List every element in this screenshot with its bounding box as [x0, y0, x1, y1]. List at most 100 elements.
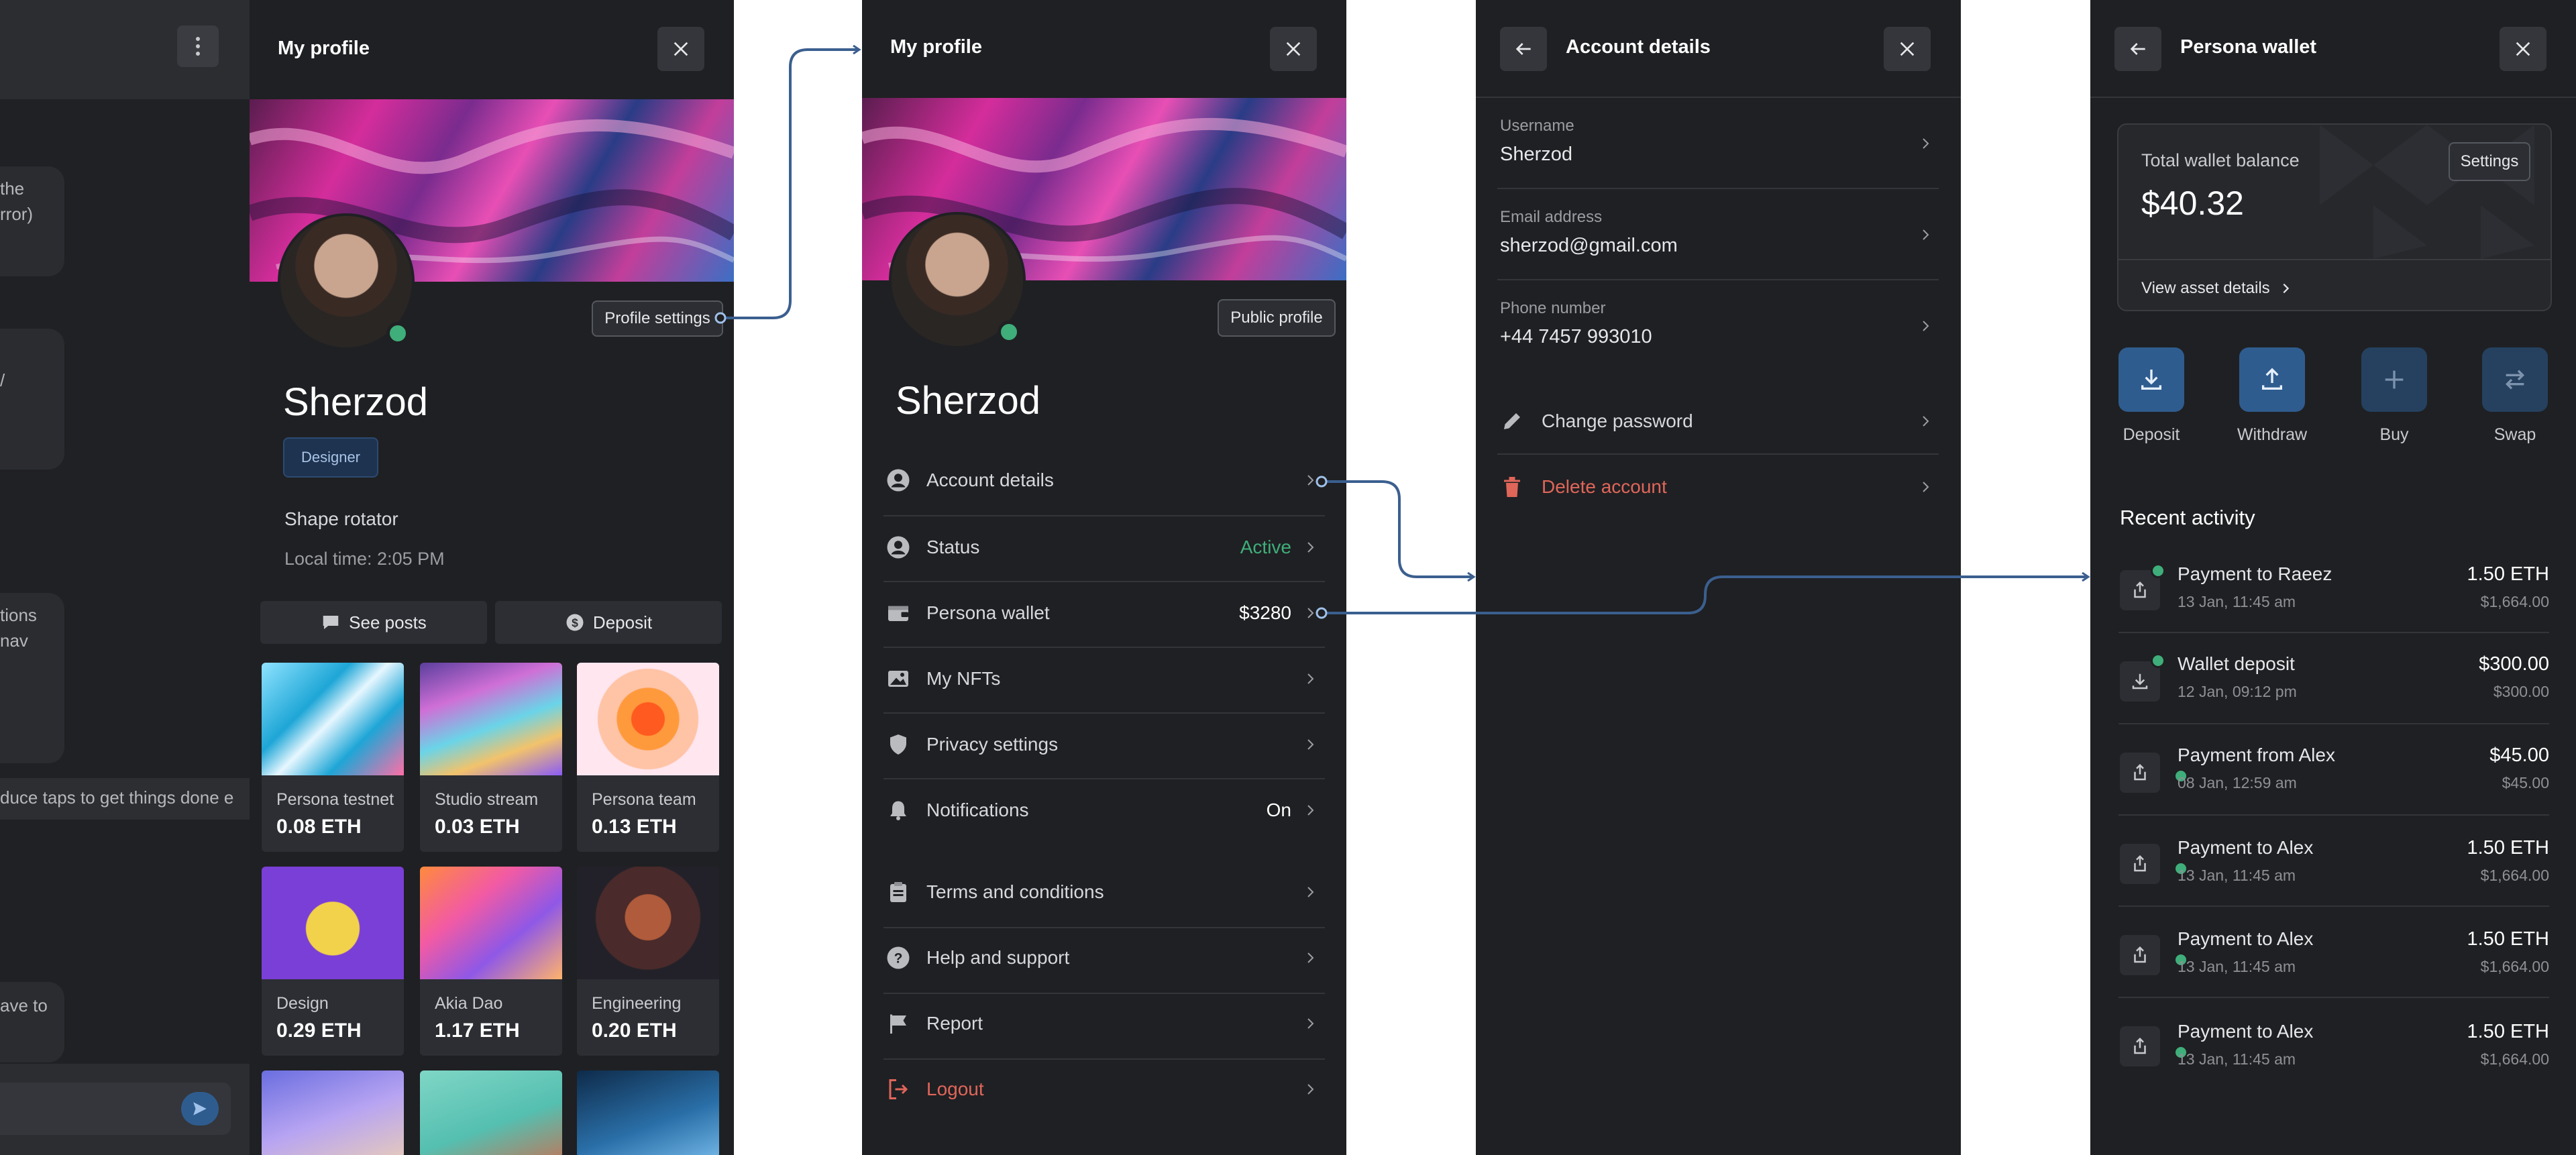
- activity-row[interactable]: Wallet deposit 12 Jan, 09:12 pm $300.00 …: [2090, 644, 2576, 731]
- field-email[interactable]: Email address sherzod@gmail.com: [1476, 199, 1961, 279]
- deposit-action-button[interactable]: [2118, 347, 2184, 412]
- chevron-right-icon: [1923, 482, 1929, 492]
- wallet-settings-button[interactable]: Settings: [2449, 142, 2530, 181]
- nft-card[interactable]: Akia Dao 1.17 ETH: [420, 867, 562, 1056]
- public-profile-label: Public profile: [1230, 309, 1323, 327]
- online-indicator: [998, 321, 1020, 343]
- field-label: Username: [1500, 117, 1574, 135]
- nft-card[interactable]: Design 0.29 ETH: [262, 867, 404, 1056]
- menu-item-label: My NFTs: [926, 668, 1001, 689]
- nft-card[interactable]: Studio stream 0.03 ETH: [420, 663, 562, 852]
- field-label: Phone number: [1500, 299, 1606, 317]
- menu-item-label: Privacy settings: [926, 734, 1059, 755]
- share-icon: [2120, 753, 2160, 793]
- profile-name: Sherzod: [896, 379, 1041, 423]
- withdraw-action-button[interactable]: [2239, 347, 2305, 412]
- activity-usd: $1,664.00: [2480, 593, 2549, 610]
- change-password-row[interactable]: Change password: [1476, 389, 1961, 453]
- chevron-right-icon: [1307, 673, 1314, 684]
- delete-account-label: Delete account: [1542, 476, 1667, 497]
- flag-icon: [890, 1014, 906, 1034]
- chat-text: nav: [0, 630, 28, 651]
- chevron-right-icon: [1307, 1084, 1314, 1095]
- activity-amount: $300.00: [2479, 653, 2549, 675]
- public-profile-button[interactable]: Public profile: [1218, 299, 1336, 337]
- message-strip-text: duce taps to get things done e: [0, 787, 234, 808]
- menu-item-account-details[interactable]: Account details: [862, 453, 1346, 518]
- close-icon[interactable]: [1884, 27, 1931, 71]
- more-vertical-icon[interactable]: [177, 25, 219, 67]
- menu-item-label: Terms and conditions: [926, 881, 1104, 902]
- dollar-icon: $: [566, 614, 584, 631]
- deposit-button[interactable]: $ Deposit: [495, 601, 722, 644]
- close-icon[interactable]: [657, 27, 704, 71]
- share-icon: [2120, 935, 2160, 975]
- profile-settings-button[interactable]: Profile settings: [592, 300, 723, 337]
- menu-item-label: Persona wallet: [926, 602, 1050, 623]
- nft-card[interactable]: [420, 1070, 562, 1155]
- activity-row[interactable]: Payment to Alex 13 Jan, 11:45 am 1.50 ET…: [2090, 1009, 2576, 1096]
- nft-card[interactable]: [262, 1070, 404, 1155]
- nft-price: 0.08 ETH: [276, 816, 362, 838]
- activity-row[interactable]: Payment to Alex 13 Jan, 11:45 am 1.50 ET…: [2090, 826, 2576, 914]
- swap-icon: [2505, 370, 2525, 390]
- menu-item-help-support[interactable]: ? Help and support: [862, 928, 1346, 993]
- arrow-left-icon[interactable]: [1500, 27, 1547, 71]
- nft-card[interactable]: Persona testnet 0.08 ETH: [262, 663, 404, 852]
- download-icon: [2120, 661, 2160, 702]
- view-asset-details-link[interactable]: View asset details: [2141, 275, 2292, 302]
- online-indicator: [386, 322, 409, 345]
- chat-bubble: [0, 982, 64, 1062]
- activity-usd: $1,664.00: [2480, 1050, 2549, 1068]
- menu-item-persona-wallet[interactable]: Persona wallet $3280: [862, 584, 1346, 648]
- close-icon[interactable]: [2500, 27, 2546, 71]
- activity-amount: $45.00: [2489, 745, 2549, 766]
- activity-row[interactable]: Payment from Alex 08 Jan, 12:59 am $45.0…: [2090, 735, 2576, 822]
- see-posts-button[interactable]: See posts: [260, 601, 487, 644]
- change-password-label: Change password: [1542, 410, 1693, 431]
- nft-image: [577, 1070, 719, 1155]
- withdraw-action-label: Withdraw: [2237, 425, 2308, 444]
- close-icon[interactable]: [1270, 27, 1317, 71]
- field-value: sherzod@gmail.com: [1500, 235, 1678, 256]
- user-circle-icon: [887, 536, 910, 559]
- pencil-icon: [1504, 413, 1520, 429]
- swap-action-label: Swap: [2493, 425, 2536, 444]
- delete-account-row[interactable]: Delete account: [1476, 455, 1961, 519]
- menu-item-label: Report: [926, 1013, 983, 1034]
- menu-item-privacy-settings[interactable]: Privacy settings: [862, 715, 1346, 779]
- activity-row[interactable]: Payment to Alex 13 Jan, 11:45 am 1.50 ET…: [2090, 918, 2576, 1005]
- arrow-left-icon[interactable]: [2114, 27, 2161, 71]
- divider: [1476, 97, 1961, 98]
- activity-time: 08 Jan, 12:59 am: [2178, 774, 2297, 791]
- menu-item-report[interactable]: Report: [862, 994, 1346, 1058]
- upload-icon: [2262, 368, 2282, 390]
- menu-item-label: Account details: [926, 470, 1054, 490]
- field-phone[interactable]: Phone number +44 7457 993010: [1476, 290, 1961, 370]
- panel-title: My profile: [278, 38, 370, 59]
- share-icon: [2120, 844, 2160, 884]
- nft-card[interactable]: Engineering 0.20 ETH: [577, 867, 719, 1056]
- activity-row[interactable]: Payment to Raeez 13 Jan, 11:45 am 1.50 E…: [2090, 553, 2576, 640]
- activity-time: 13 Jan, 11:45 am: [2178, 593, 2296, 610]
- menu-item-status[interactable]: Status Active: [862, 518, 1346, 582]
- activity-usd: $1,664.00: [2480, 867, 2549, 884]
- buy-action-label: Buy: [2379, 425, 2409, 444]
- field-username[interactable]: Username Sherzod: [1476, 107, 1961, 188]
- menu-item-my-nfts[interactable]: My NFTs: [862, 649, 1346, 714]
- role-badge: Designer: [283, 437, 378, 478]
- buy-action-button[interactable]: [2361, 347, 2427, 412]
- nft-card[interactable]: Persona team 0.13 ETH: [577, 663, 719, 852]
- nft-card[interactable]: [577, 1070, 719, 1155]
- activity-time: 13 Jan, 11:45 am: [2178, 1050, 2296, 1068]
- swap-action-button[interactable]: [2482, 347, 2548, 412]
- nft-image: [262, 1070, 404, 1155]
- plus-icon: [2385, 370, 2404, 389]
- chevron-right-icon: [1307, 475, 1314, 486]
- menu-item-notifications[interactable]: Notifications On: [862, 781, 1346, 845]
- menu-item-logout[interactable]: Logout: [862, 1060, 1346, 1124]
- role-badge-label: Designer: [301, 449, 361, 465]
- menu-item-terms[interactable]: Terms and conditions: [862, 863, 1346, 927]
- menu-item-label: Logout: [926, 1079, 984, 1099]
- send-icon[interactable]: [181, 1092, 219, 1125]
